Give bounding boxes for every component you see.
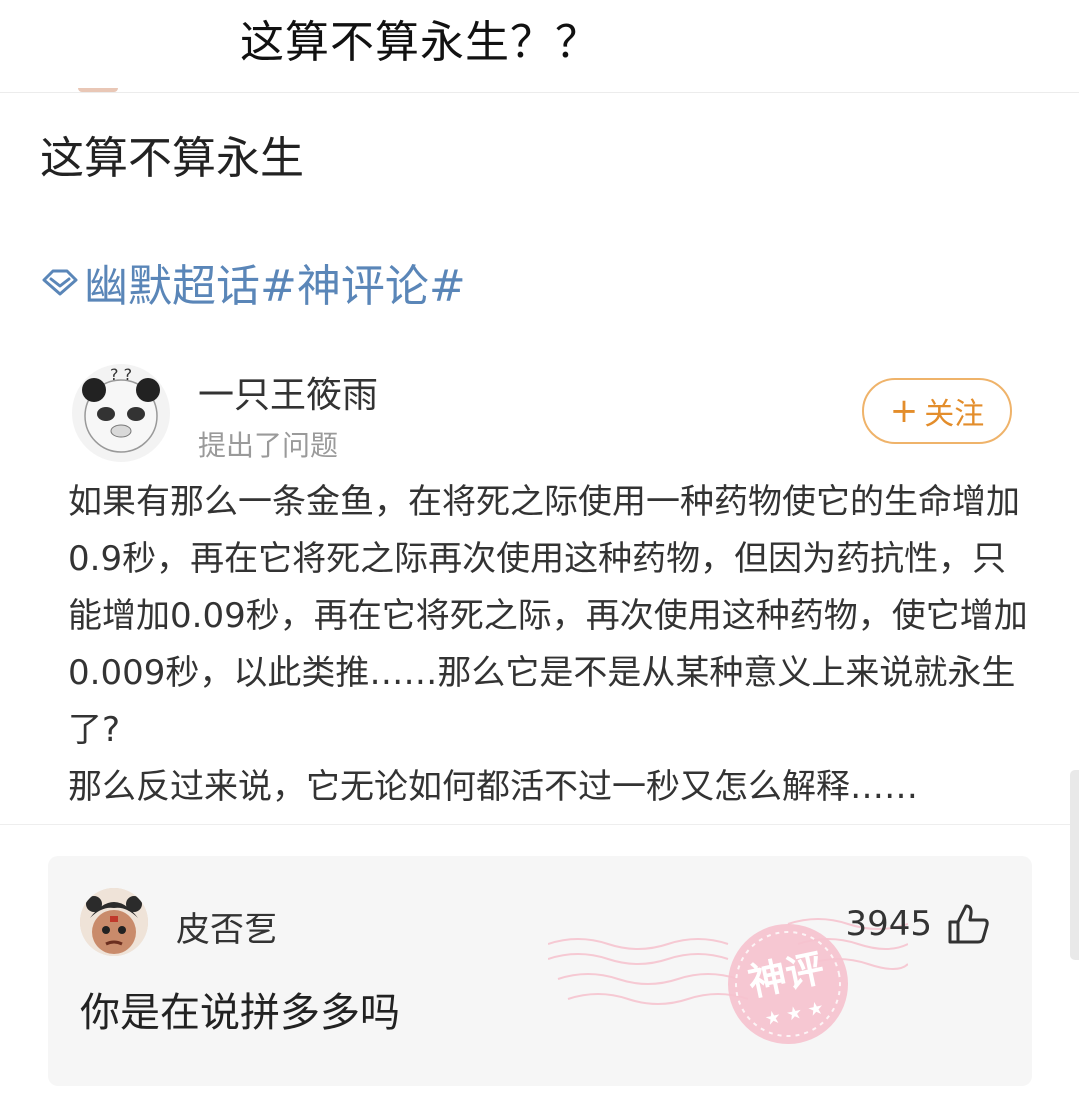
divider	[0, 824, 1079, 825]
commenter-avatar[interactable]	[80, 888, 148, 956]
follow-label: 关注	[924, 397, 985, 432]
comment-card: 神评 ★ ★ ★ 皮否乭 3945 你是在说拼多多吗	[48, 856, 1032, 1086]
question-body: 如果有那么一条金鱼，在将死之际使用一种药物使它的生命增加0.9秒，再在它将死之际…	[68, 474, 1028, 816]
panda-face-icon: ? ?	[82, 365, 160, 453]
commenter-name[interactable]: 皮否乭	[176, 902, 278, 951]
question-paragraph: 那么反过来说，它无论如何都活不过一秒又怎么解释……	[68, 767, 918, 807]
like-count: 3945	[845, 904, 932, 944]
svg-text:? ?: ? ?	[110, 365, 132, 384]
follow-button[interactable]: + 关注	[862, 378, 1012, 444]
scrollbar[interactable]	[1070, 770, 1079, 960]
plus-icon: +	[889, 391, 919, 431]
question-paragraph: 如果有那么一条金鱼，在将死之际使用一种药物使它的生命增加0.9秒，再在它将死之际…	[68, 482, 1028, 750]
top-title: 这算不算永生？？	[240, 17, 600, 68]
character-avatar-icon	[80, 888, 148, 956]
topic-label: 幽默超话#神评论#	[84, 261, 466, 312]
post-title: 这算不算永生	[40, 133, 304, 184]
author-subtitle: 提出了问题	[198, 429, 339, 462]
comment-text: 你是在说拼多多吗	[80, 990, 400, 1036]
divider	[0, 92, 1079, 93]
thumbs-up-icon[interactable]	[946, 902, 990, 946]
author-avatar[interactable]: ? ?	[72, 364, 170, 462]
author-name[interactable]: 一只王筱雨	[198, 366, 378, 418]
topic-link[interactable]: 幽默超话#神评论#	[40, 254, 466, 312]
diamond-icon	[42, 269, 78, 296]
